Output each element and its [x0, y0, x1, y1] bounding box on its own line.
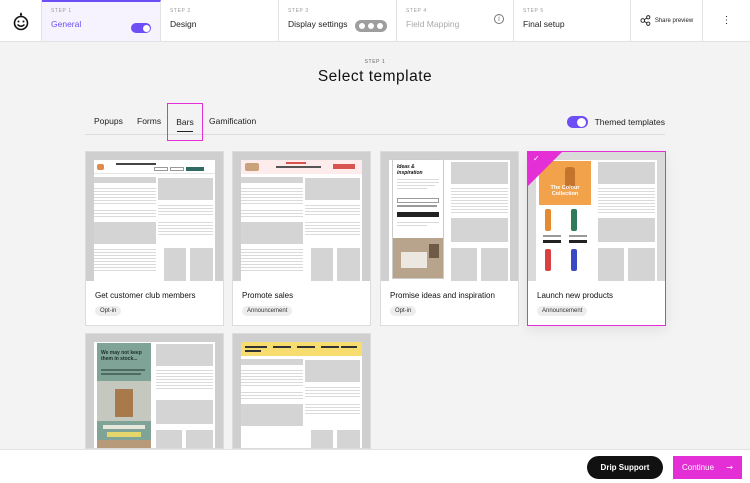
card-title: Launch new products	[537, 291, 614, 300]
page-title: Select template	[317, 68, 433, 85]
step-number: STEP 4	[406, 8, 427, 14]
card-tag: Announcement	[242, 306, 293, 316]
popup-heading: We may not keep them in stock...	[101, 350, 142, 362]
step-number: STEP 2	[170, 8, 191, 14]
more-menu-button[interactable]: ⋮	[703, 0, 750, 41]
tab-popups[interactable]: Popups	[94, 103, 123, 135]
template-thumbnail: Ideas & inspiration	[381, 152, 518, 281]
template-thumbnail: We may not keep them in stock...	[86, 334, 223, 448]
card-tag: Opt-in	[390, 306, 417, 316]
step-number: STEP 5	[523, 8, 544, 14]
card-title: Promote sales	[242, 291, 294, 300]
share-icon	[640, 15, 651, 26]
continue-label: Continue	[682, 463, 715, 472]
bottom-action-bar: Drip Support Continue →	[0, 449, 750, 483]
template-card-promise-ideas-and-inspiration[interactable]: Ideas & inspiration Promise ideas and in…	[380, 151, 519, 326]
themed-templates-label: Themed templates	[594, 117, 665, 127]
step-navigation-bar: STEP 1 General STEP 2 Design STEP 3 Disp…	[0, 0, 750, 42]
tab-gamification[interactable]: Gamification	[209, 103, 256, 135]
checkmark-icon: ✓	[533, 154, 540, 163]
display-settings-toggle[interactable]	[355, 20, 387, 32]
themed-templates-toggle[interactable]	[566, 116, 588, 128]
template-card-promote-sales[interactable]: Promote sales Announcement	[232, 151, 371, 326]
template-card-5[interactable]: We may not keep them in stock...	[85, 333, 224, 449]
step-number: STEP 3	[288, 8, 309, 14]
template-thumbnail	[233, 334, 370, 448]
arrow-right-icon: →	[726, 463, 733, 472]
drip-support-button[interactable]: Drip Support	[587, 456, 663, 479]
themed-templates-control: Themed templates	[566, 116, 665, 128]
tab-forms[interactable]: Forms	[137, 103, 161, 135]
template-thumbnail: The Colour Collection ✓	[528, 152, 665, 281]
step-display-settings[interactable]: STEP 3 Display settings	[279, 0, 397, 41]
info-icon[interactable]: i	[494, 14, 504, 24]
share-preview-label: Share preview	[654, 17, 694, 24]
step-number: STEP 1	[51, 8, 72, 14]
step-label: Field Mapping	[406, 19, 460, 29]
product-popup-heading: The Colour Collection	[550, 185, 580, 197]
popup-heading: Ideas & inspiration	[397, 164, 423, 176]
step-label: Final setup	[523, 19, 565, 29]
more-vertical-icon: ⋮	[721, 15, 732, 26]
tab-bars[interactable]: Bars	[167, 103, 203, 141]
wireframe-page	[241, 160, 362, 281]
template-thumbnail	[233, 152, 370, 281]
template-card-6[interactable]	[232, 333, 371, 449]
template-card-launch-new-products[interactable]: The Colour Collection ✓ Launch new produ…	[527, 151, 666, 326]
step-design[interactable]: STEP 2 Design	[161, 0, 279, 41]
popup-preview: We may not keep them in stock...	[97, 343, 151, 448]
template-card-get-customer-club-members[interactable]: Get customer club members Opt-in	[85, 151, 224, 326]
share-preview-button[interactable]: Share preview	[631, 0, 703, 41]
step-field-mapping[interactable]: STEP 4 Field Mapping i	[397, 0, 514, 41]
continue-button[interactable]: Continue →	[673, 456, 742, 479]
current-step-caption: STEP 1	[364, 59, 386, 65]
drip-logo-icon	[13, 12, 28, 31]
step-general[interactable]: STEP 1 General	[42, 0, 161, 41]
wireframe-page	[241, 342, 362, 448]
general-toggle[interactable]	[131, 23, 151, 33]
template-thumbnail	[86, 152, 223, 281]
step-label: Design	[170, 19, 197, 29]
popup-preview: Ideas & inspiration	[392, 159, 444, 279]
card-title: Get customer club members	[95, 291, 196, 300]
card-title: Promise ideas and inspiration	[390, 291, 495, 300]
template-category-tabs: Popups Forms Bars Gamification Themed te…	[85, 103, 665, 141]
step-final-setup[interactable]: STEP 5 Final setup	[514, 0, 631, 41]
wireframe-page	[94, 160, 215, 281]
card-tag: Opt-in	[95, 306, 122, 316]
card-tag: Announcement	[537, 306, 588, 316]
drip-logo[interactable]	[0, 0, 42, 42]
